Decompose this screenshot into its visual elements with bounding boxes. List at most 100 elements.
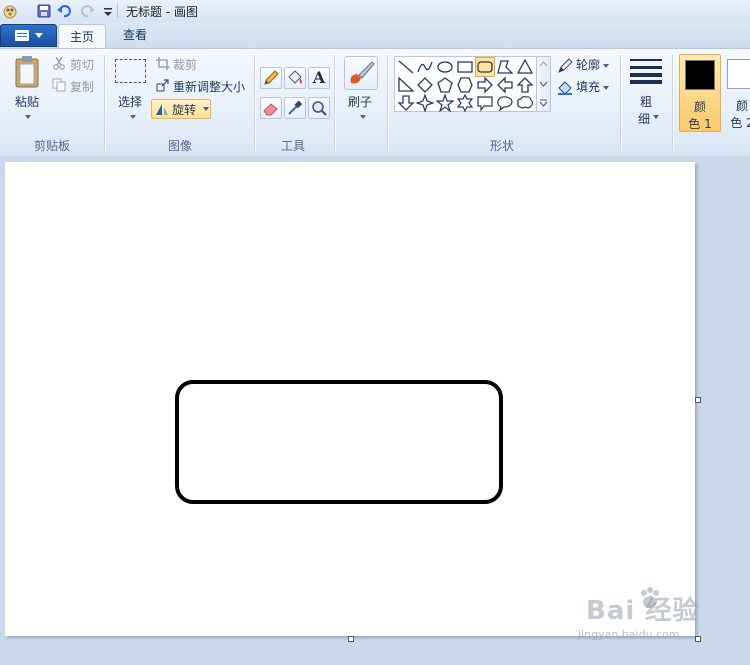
select-button[interactable]: 选择	[113, 93, 147, 110]
watermark-text: Bai 经验	[586, 596, 700, 626]
group-separator	[672, 55, 673, 151]
group-separator	[104, 55, 105, 151]
shapes-gallery	[394, 56, 538, 112]
outline-icon	[558, 58, 573, 73]
paint-bucket-icon	[288, 70, 302, 84]
left-arrow-shape-icon[interactable]	[496, 76, 514, 94]
rotate-label: 旋转	[172, 103, 197, 117]
color-picker-tool[interactable]	[284, 97, 306, 119]
hexagon-shape-icon[interactable]	[456, 76, 474, 94]
oval-callout-shape-icon[interactable]	[496, 94, 514, 112]
fill-tool[interactable]	[284, 67, 306, 89]
crop-icon	[156, 57, 170, 70]
rotate-dropdown-icon	[203, 107, 209, 111]
six-point-star-shape-icon[interactable]	[456, 94, 474, 112]
select-icon[interactable]	[115, 59, 146, 83]
select-dropdown-icon[interactable]	[130, 115, 136, 119]
crop-button[interactable]: 裁剪	[173, 56, 197, 73]
fill-button[interactable]: 填充	[576, 78, 610, 95]
pencil-tool[interactable]	[260, 67, 282, 89]
rounded-rectangle-drawing[interactable]	[175, 380, 503, 504]
polygon-shape-icon[interactable]	[496, 58, 514, 76]
chevron-down-icon	[35, 33, 43, 38]
eyedropper-icon	[288, 100, 303, 115]
brushes-label[interactable]: 刷子	[344, 93, 376, 110]
title-bar: 无标题 - 画图	[0, 0, 750, 23]
cloud-callout-shape-icon[interactable]	[516, 94, 534, 112]
watermark-url: jingyan.baidu.com	[578, 628, 680, 641]
fill-icon	[558, 81, 572, 95]
window-title: 无标题 - 画图	[126, 5, 198, 19]
color1-swatch	[685, 60, 715, 90]
outline-button[interactable]: 轮廓	[576, 56, 610, 73]
brushes-button[interactable]	[344, 56, 378, 90]
brush-icon	[350, 61, 375, 84]
paint-menu-button[interactable]	[0, 24, 57, 47]
paste-dropdown-icon[interactable]	[25, 115, 31, 119]
color2-label-1: 颜	[735, 99, 748, 113]
tab-home[interactable]: 主页	[58, 24, 106, 50]
right-arrow-shape-icon[interactable]	[476, 76, 494, 94]
pentagon-shape-icon[interactable]	[436, 76, 454, 94]
four-point-star-shape-icon[interactable]	[416, 94, 434, 112]
customize-toolbar-icon[interactable]	[100, 3, 116, 19]
fill-dropdown-icon	[603, 85, 610, 90]
group-separator	[254, 55, 255, 151]
chevron-down-icon[interactable]	[539, 81, 548, 87]
paste-button[interactable]: 粘贴	[12, 93, 42, 110]
oval-shape-icon[interactable]	[436, 58, 454, 76]
text-tool[interactable]: A	[308, 67, 330, 89]
fill-label: 填充	[576, 80, 601, 94]
undo-icon[interactable]	[56, 3, 72, 19]
color2-button[interactable]: 颜 色 2	[722, 54, 750, 130]
pencil-icon	[264, 70, 279, 85]
cut-button[interactable]: 剪切	[70, 56, 94, 73]
eraser-icon	[263, 103, 278, 116]
group-separator	[334, 55, 335, 151]
rounded-rectangle-shape-icon[interactable]	[475, 57, 495, 77]
up-arrow-shape-icon[interactable]	[516, 76, 534, 94]
line-shape-icon[interactable]	[397, 58, 415, 76]
size-label-1: 粗	[639, 95, 652, 109]
eraser-tool[interactable]	[260, 97, 282, 119]
chevron-up-icon[interactable]	[539, 61, 548, 67]
ribbon: 粘贴 剪切 复制 剪贴板 选择 裁剪 重新调整大小 旋转 图像 A 工具 刷子 …	[0, 48, 750, 157]
copy-button[interactable]: 复制	[70, 78, 94, 95]
magnifier-tool[interactable]	[308, 97, 330, 119]
triangle-shape-icon[interactable]	[516, 58, 534, 76]
canvas-resize-handle-corner[interactable]	[695, 636, 701, 642]
clipboard-group-label: 剪贴板	[33, 139, 70, 153]
save-icon[interactable]	[36, 3, 52, 19]
menu-icon	[15, 30, 29, 41]
line-width-icon	[630, 59, 662, 84]
canvas-resize-handle-bottom[interactable]	[348, 636, 354, 642]
color2-label-2: 色 2	[730, 116, 750, 130]
five-point-star-shape-icon[interactable]	[436, 94, 454, 112]
tools-group-label: 工具	[280, 139, 305, 153]
expand-gallery-icon[interactable]	[539, 99, 548, 107]
tab-view[interactable]: 查看	[112, 24, 158, 47]
color1-button[interactable]: 颜 色 1	[679, 54, 721, 132]
shapes-group-label: 形状	[489, 139, 514, 153]
curve-shape-icon[interactable]	[416, 58, 434, 76]
paste-icon[interactable]	[14, 55, 42, 89]
brushes-dropdown-icon[interactable]	[360, 115, 366, 119]
resize-button[interactable]: 重新调整大小	[173, 78, 245, 95]
toolbar-divider	[117, 4, 118, 18]
canvas-resize-handle-right[interactable]	[695, 397, 701, 403]
down-arrow-shape-icon[interactable]	[397, 94, 415, 112]
redo-icon[interactable]	[80, 3, 96, 19]
right-triangle-shape-icon[interactable]	[397, 76, 415, 94]
rotate-button[interactable]: 旋转	[151, 99, 211, 119]
rectangular-callout-shape-icon[interactable]	[476, 94, 494, 112]
image-group-label: 图像	[167, 139, 192, 153]
rectangle-shape-icon[interactable]	[456, 58, 474, 76]
shapes-scrollbar[interactable]	[536, 56, 551, 112]
outline-label: 轮廓	[576, 58, 601, 72]
size-dropdown-icon	[653, 115, 659, 119]
paint-app-icon[interactable]	[2, 3, 18, 19]
group-separator	[387, 55, 388, 151]
copy-icon	[52, 78, 66, 92]
color1-label-2: 色 1	[688, 117, 712, 131]
diamond-shape-icon[interactable]	[416, 76, 434, 94]
